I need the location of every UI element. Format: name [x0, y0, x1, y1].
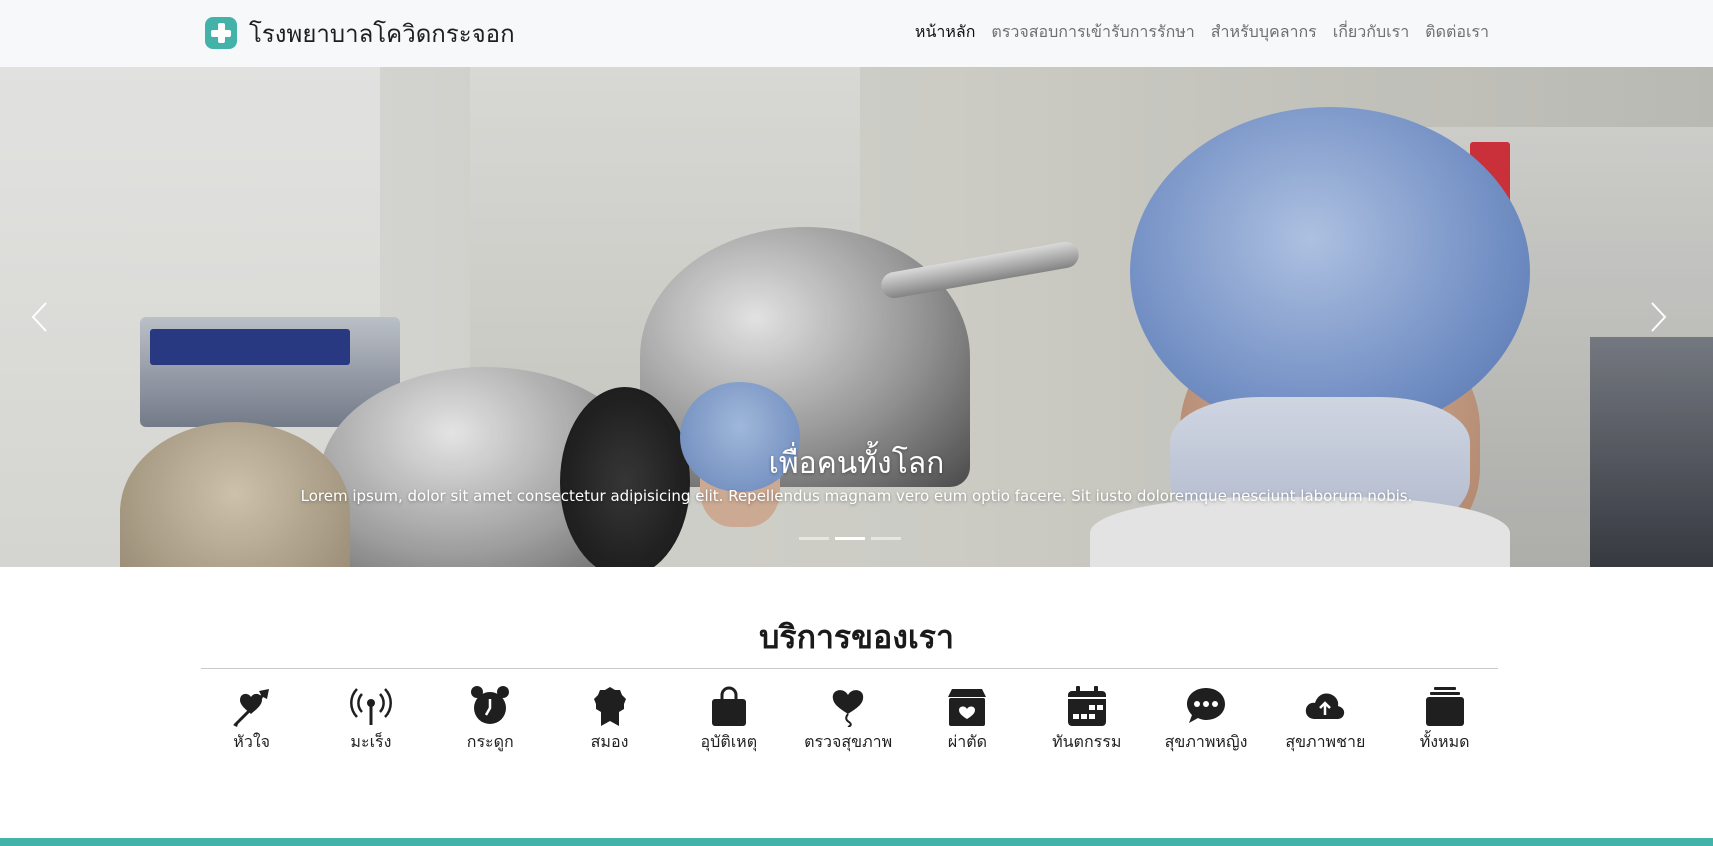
award-badge-icon	[588, 684, 632, 728]
collection-icon	[1423, 684, 1467, 728]
services-list: หัวใจ มะเร็ง กระดูก สมอง อุบัติเหตุ ตรวจ…	[192, 684, 1504, 754]
service-label: หัวใจ	[233, 732, 270, 751]
service-heart[interactable]: หัวใจ	[192, 684, 311, 754]
nav-item-about[interactable]: เกี่ยวกับเรา	[1333, 20, 1409, 45]
nav-item-staff[interactable]: สำหรับบุคลากร	[1211, 20, 1317, 45]
broadcast-icon	[349, 684, 393, 728]
service-bone[interactable]: กระดูก	[431, 684, 550, 754]
calendar-icon	[1065, 684, 1109, 728]
service-women[interactable]: สุขภาพหญิง	[1146, 684, 1265, 754]
carousel-indicator-3[interactable]	[871, 537, 901, 540]
brand-link[interactable]: โรงพยาบาลโควิดกระจอก	[205, 16, 515, 50]
footer-accent-bar	[0, 838, 1713, 846]
service-label: ผ่าตัด	[947, 732, 987, 751]
brand-name: โรงพยาบาลโควิดกระจอก	[249, 19, 515, 48]
carousel-caption-text: Lorem ipsum, dolor sit amet consectetur …	[300, 487, 1413, 505]
service-checkup[interactable]: ตรวจสุขภาพ	[788, 684, 907, 754]
section-divider	[201, 668, 1498, 669]
cloud-upload-icon	[1303, 684, 1347, 728]
shopping-bag-icon	[707, 684, 751, 728]
nav-item-contact[interactable]: ติดต่อเรา	[1425, 20, 1489, 45]
service-all[interactable]: ทั้งหมด	[1385, 684, 1504, 754]
service-label: มะเร็ง	[350, 732, 392, 751]
service-brain[interactable]: สมอง	[550, 684, 669, 754]
service-label: ทั้งหมด	[1419, 732, 1470, 751]
carousel-indicator-2[interactable]	[835, 537, 865, 540]
heart-arrow-icon	[230, 684, 274, 728]
service-accident[interactable]: อุบัติเหตุ	[669, 684, 788, 754]
service-cancer[interactable]: มะเร็ง	[311, 684, 430, 754]
navbar: โรงพยาบาลโควิดกระจอก หน้าหลัก ตรวจสอบการ…	[0, 0, 1713, 67]
carousel-caption-title: เพื่อคนทั้งโลก	[768, 446, 945, 481]
hospital-cross-icon	[205, 17, 237, 49]
carousel-indicators	[799, 537, 901, 540]
service-men[interactable]: สุขภาพชาย	[1266, 684, 1385, 754]
service-label: ทันตกรรม	[1052, 732, 1122, 751]
service-label: ตรวจสุขภาพ	[804, 732, 893, 751]
chevron-right-icon	[1651, 302, 1667, 332]
chat-dots-icon	[1184, 684, 1228, 728]
balloon-heart-icon	[826, 684, 870, 728]
service-label: สมอง	[590, 732, 629, 751]
main-nav: หน้าหลัก ตรวจสอบการเข้ารับการรักษา สำหรั…	[915, 20, 1489, 45]
service-label: อุบัติเหตุ	[700, 732, 758, 751]
service-label: กระดูก	[466, 732, 514, 751]
nav-item-home[interactable]: หน้าหลัก	[915, 20, 976, 45]
carousel-prev-button[interactable]	[28, 300, 52, 334]
service-surgery[interactable]: ผ่าตัด	[908, 684, 1027, 754]
nav-item-check-treatment[interactable]: ตรวจสอบการเข้ารับการรักษา	[991, 20, 1194, 45]
carousel-next-button[interactable]	[1646, 300, 1670, 334]
box-heart-icon	[945, 684, 989, 728]
carousel-indicator-1[interactable]	[799, 537, 829, 540]
service-dental[interactable]: ทันตกรรม	[1027, 684, 1146, 754]
chevron-left-icon	[31, 302, 47, 332]
alarm-clock-icon	[468, 684, 512, 728]
service-label: สุขภาพชาย	[1285, 732, 1366, 751]
services-heading: บริการของเรา	[759, 618, 954, 656]
service-label: สุขภาพหญิง	[1164, 732, 1248, 751]
